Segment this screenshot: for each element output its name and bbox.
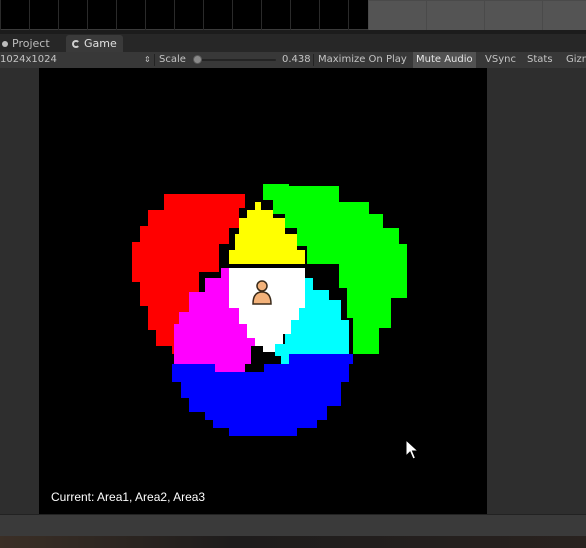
scale-slider-thumb[interactable] — [193, 55, 202, 64]
dropdown-arrows-icon: ⇕ — [144, 55, 151, 64]
mouse-cursor-icon — [405, 439, 419, 460]
maximize-on-play-button[interactable]: Maximize On Play — [315, 52, 410, 68]
blue-area — [172, 354, 353, 436]
scene-panel — [368, 0, 586, 30]
project-tab-icon — [2, 40, 8, 47]
scale-value: 0.438 — [282, 54, 311, 65]
window-edge — [0, 536, 586, 548]
area-diagram — [132, 184, 407, 436]
gizmos-button[interactable]: Gizmos — [563, 52, 586, 68]
game-canvas[interactable]: Current: Area1, Area2, Area3 — [39, 68, 487, 514]
game-tab-icon — [72, 39, 80, 48]
scene-view-strip — [0, 0, 586, 30]
stats-button[interactable]: Stats — [524, 52, 556, 68]
current-area-status: Current: Area1, Area2, Area3 — [51, 490, 206, 504]
tab-project-label: Project — [12, 37, 50, 50]
game-view: Current: Area1, Area2, Area3 — [0, 68, 586, 514]
tab-bar: Project Game — [0, 34, 586, 53]
toolbar-divider — [154, 54, 155, 66]
tab-game[interactable]: Game — [66, 35, 123, 52]
mute-audio-button[interactable]: Mute Audio — [413, 52, 476, 68]
status-bar — [0, 514, 586, 537]
toolbar-divider — [313, 54, 314, 66]
vsync-button[interactable]: VSync — [482, 52, 519, 68]
scale-label: Scale — [159, 54, 186, 65]
scale-slider-track[interactable] — [200, 59, 276, 61]
resolution-dropdown[interactable]: 1024x1024 ⇕ — [0, 52, 154, 68]
resolution-label: 1024x1024 — [0, 54, 57, 65]
scene-grid — [0, 0, 368, 30]
game-toolbar: 1024x1024 ⇕ Scale 0.438 Maximize On Play… — [0, 52, 586, 69]
color-regions — [132, 184, 407, 436]
tab-game-label: Game — [84, 37, 117, 50]
tab-project[interactable]: Project — [0, 35, 56, 52]
